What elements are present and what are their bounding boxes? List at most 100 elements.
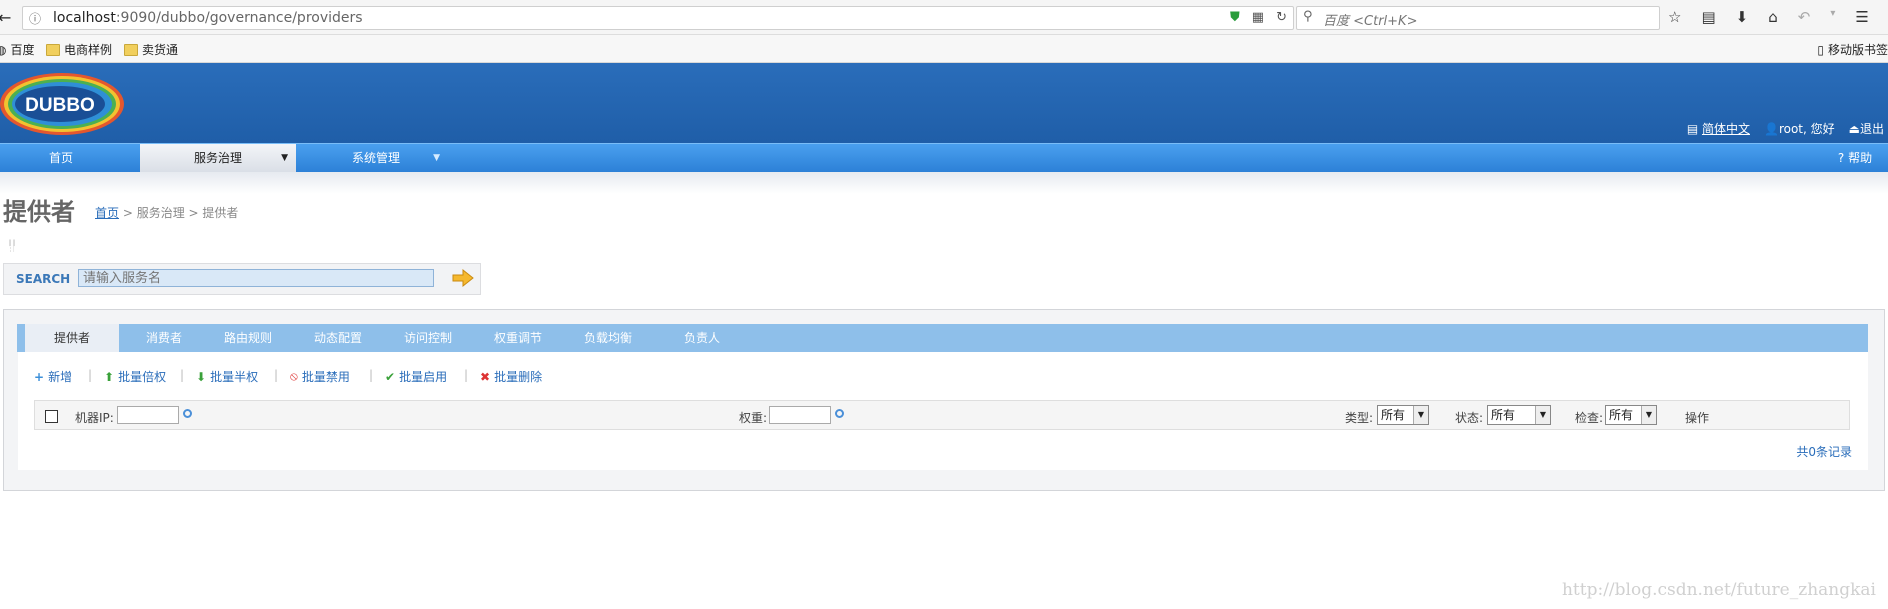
weight-filter-label: 权重: xyxy=(739,411,768,425)
chevron-down-icon: ▼ xyxy=(1535,406,1550,424)
nav-help[interactable]: ? 帮助 xyxy=(1830,144,1880,173)
type-filter-value: 所有 xyxy=(1381,408,1406,422)
download-icon[interactable]: ⬇ xyxy=(1736,8,1749,26)
batch-half-weight-button[interactable]: ⬇ 批量半权 xyxy=(196,368,258,385)
tab-load-balance[interactable]: 负载均衡 xyxy=(573,324,643,352)
delete-label: 批量删除 xyxy=(494,370,543,384)
search-type-tabs: 服务名 | 应用名 | 机器IP xyxy=(8,238,57,268)
tab-dynamic-config[interactable]: 动态配置 xyxy=(303,324,373,352)
star-icon[interactable]: ☆ xyxy=(1668,8,1681,26)
url-text: localhost:9090/dubbo/governance/provider… xyxy=(53,10,363,26)
check-filter-select[interactable]: 所有 ▼ xyxy=(1605,405,1657,425)
browser-search-box[interactable]: ⚲ 百度 <Ctrl+K> xyxy=(1296,6,1660,30)
home-icon[interactable]: ⌂ xyxy=(1768,8,1778,26)
url-path: :9090/dubbo/governance/providers xyxy=(115,10,363,26)
tab-label: 提供者 xyxy=(53,331,90,345)
tab-label: 消费者 xyxy=(145,331,182,345)
check-filter-label: 检查: xyxy=(1575,411,1604,425)
tab-providers[interactable]: 提供者 xyxy=(25,324,119,352)
check-icon: ✔ xyxy=(385,369,396,384)
language-link[interactable]: ▤ 简体中文 xyxy=(1687,120,1750,137)
main-nav: 首页 服务治理 ▼ 系统管理 ▼ ? 帮助 xyxy=(0,143,1888,173)
batch-double-weight-button[interactable]: ⬆ 批量倍权 xyxy=(104,368,166,385)
chevron-down-icon: ▼ xyxy=(1641,406,1656,424)
breadcrumb-path: > 服务治理 > 提供者 xyxy=(119,206,239,220)
user-greeting: 👤root, 您好 xyxy=(1763,122,1835,136)
toolbar-divider: | xyxy=(180,368,185,382)
globe-icon: ◍ xyxy=(0,42,7,57)
info-icon[interactable]: ⓘ xyxy=(29,10,41,27)
menu-icon[interactable]: ☰ xyxy=(1855,8,1868,26)
module-tabbar: 提供者 消费者 路由规则 动态配置 访问控制 权重调节 负载均衡 负责人 xyxy=(17,324,1868,352)
tab-access-control[interactable]: 访问控制 xyxy=(393,324,463,352)
search-panel: SEARCH xyxy=(3,263,481,295)
status-filter-select[interactable]: 所有 ▼ xyxy=(1487,405,1551,425)
record-count: 共0条记录 xyxy=(1796,445,1852,459)
tab-label: 负责人 xyxy=(683,331,720,345)
nav-service-governance[interactable]: 服务治理 ▼ xyxy=(140,144,296,173)
tab-owners[interactable]: 负责人 xyxy=(667,324,737,352)
disable-label: 批量禁用 xyxy=(301,370,350,384)
help-icon: ? xyxy=(1837,151,1845,165)
forbidden-icon: ⦸ xyxy=(290,369,298,383)
caret-down-icon: ▼ xyxy=(433,153,440,163)
service-search-input[interactable] xyxy=(78,269,434,287)
nav-home[interactable]: 首页 xyxy=(0,144,122,173)
select-all-checkbox[interactable] xyxy=(45,410,58,423)
type-filter-select[interactable]: 所有 ▼ xyxy=(1377,405,1429,425)
batch-enable-button[interactable]: ✔ 批量启用 xyxy=(385,368,447,385)
magnifier-icon[interactable] xyxy=(183,409,192,418)
arrow-up-icon: ⬆ xyxy=(104,369,115,384)
address-bar-icons: ⛊ ▦ ↻ xyxy=(1230,10,1287,25)
nav-home-label: 首页 xyxy=(48,151,73,165)
breadcrumb: 首页 > 服务治理 > 提供者 xyxy=(95,204,238,221)
double-label: 批量倍权 xyxy=(118,370,167,384)
bookmark-label: 卖货通 xyxy=(142,43,179,57)
arrow-down-icon: ⬇ xyxy=(196,369,207,384)
browser-toolbar: ← ⓘ localhost:9090/dubbo/governance/prov… xyxy=(0,0,1888,35)
bookmark-ecommerce[interactable]: 电商样例 xyxy=(46,41,112,58)
toolbar-divider: | xyxy=(274,368,279,382)
reload-icon[interactable]: ↻ xyxy=(1276,10,1287,25)
qr-code-icon[interactable]: ▦ xyxy=(1252,10,1264,25)
bookmark-maihuotong[interactable]: 卖货通 xyxy=(124,41,178,58)
tab-consumers[interactable]: 消费者 xyxy=(129,324,199,352)
batch-disable-button[interactable]: ⦸ 批量禁用 xyxy=(290,368,350,385)
address-bar[interactable]: ⓘ localhost:9090/dubbo/governance/provid… xyxy=(22,6,1294,30)
add-button[interactable]: + 新增 xyxy=(34,368,72,385)
bookmark-mobile[interactable]: ▯ 移动版书签 xyxy=(1817,41,1888,58)
logout-link[interactable]: ⏏退出 xyxy=(1849,120,1884,137)
bookmark-baidu[interactable]: ◍ 百度 xyxy=(0,41,35,58)
page-title: 提供者 xyxy=(3,198,75,226)
logout-label: 退出 xyxy=(1859,122,1884,136)
tab-label: 动态配置 xyxy=(313,331,362,345)
folder-icon xyxy=(124,43,138,56)
tab-routes[interactable]: 路由规则 xyxy=(213,324,283,352)
ip-filter-input[interactable] xyxy=(117,406,179,424)
tab-weight[interactable]: 权重调节 xyxy=(483,324,553,352)
header-shadow-band xyxy=(0,172,1888,194)
tab-label: 路由规则 xyxy=(223,331,272,345)
weight-filter-input[interactable] xyxy=(769,406,831,424)
nav-system-management[interactable]: 系统管理 ▼ xyxy=(298,144,454,173)
half-label: 批量半权 xyxy=(210,370,259,384)
search-go-arrow-icon[interactable] xyxy=(452,268,474,288)
search-tab-ip[interactable]: 机器IP xyxy=(8,238,67,266)
shield-icon[interactable]: ⛊ xyxy=(1230,10,1240,25)
toolbar-divider: | xyxy=(88,368,93,382)
breadcrumb-home[interactable]: 首页 xyxy=(95,206,119,220)
enable-label: 批量启用 xyxy=(399,370,448,384)
back-icon[interactable]: ← xyxy=(0,8,11,27)
folder-icon xyxy=(46,43,60,56)
toolbar-divider: | xyxy=(464,368,469,382)
undo-icon[interactable]: ↶ xyxy=(1798,8,1811,26)
bookmark-label: 电商样例 xyxy=(64,43,113,57)
check-filter-value: 所有 xyxy=(1609,408,1634,422)
dropdown-icon[interactable]: ▾ xyxy=(1830,8,1835,26)
dubbo-logo[interactable]: DUBBO xyxy=(0,71,128,137)
search-label: SEARCH xyxy=(16,272,71,286)
nav-service-governance-label: 服务治理 xyxy=(193,151,242,165)
clipboard-icon[interactable]: ▤ xyxy=(1701,8,1715,26)
magnifier-icon[interactable] xyxy=(835,409,844,418)
batch-delete-button[interactable]: ✖ 批量删除 xyxy=(480,368,542,385)
